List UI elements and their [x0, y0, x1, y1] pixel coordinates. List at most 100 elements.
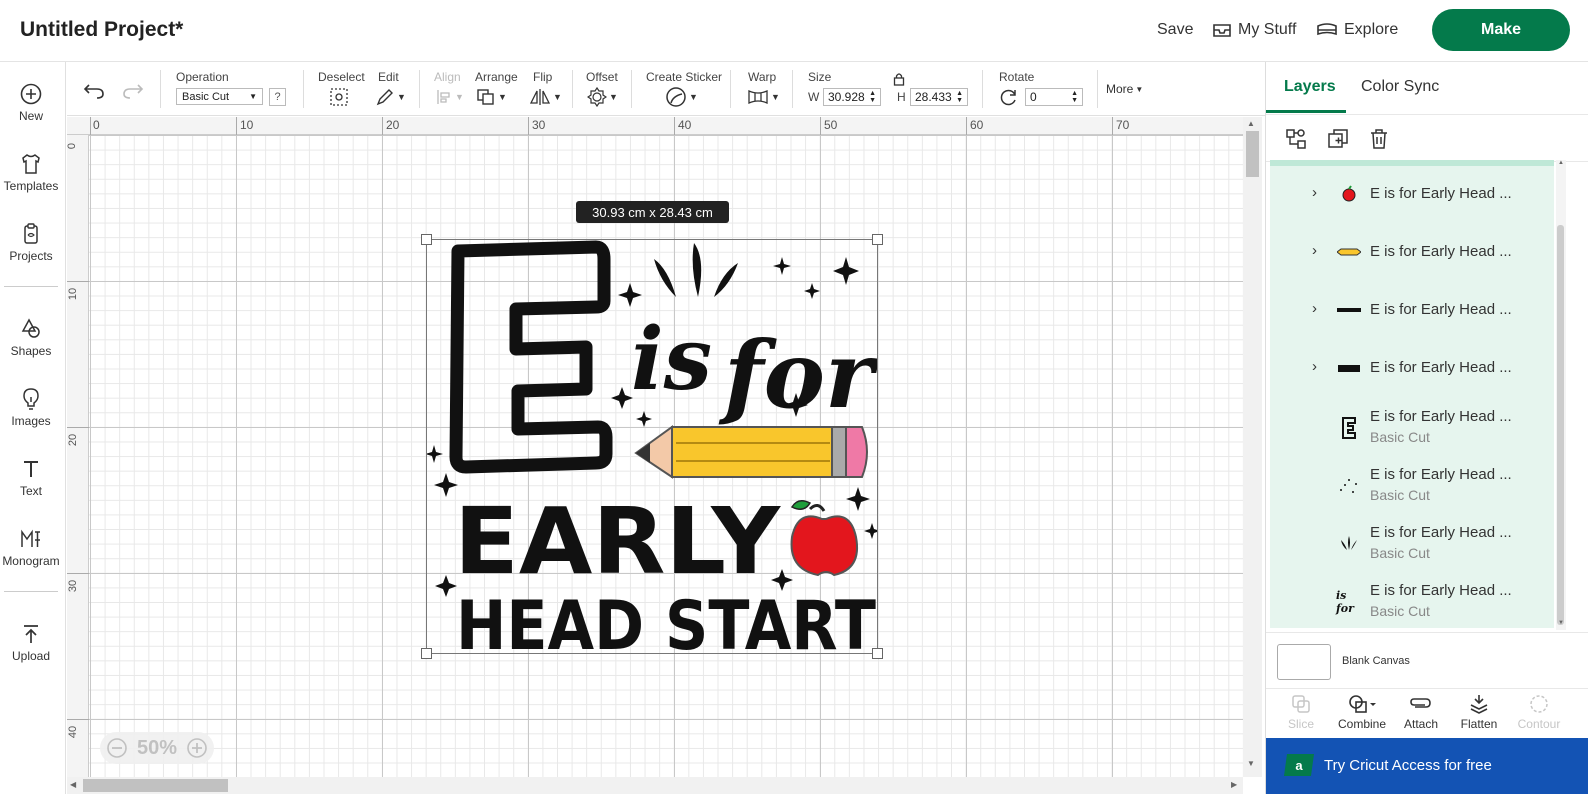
warp-button[interactable]: ▼ [747, 87, 780, 107]
ruler-top: 0 10 20 30 40 50 60 70 [67, 117, 1243, 135]
layer-row[interactable]: › E is for Early Head ... [1270, 342, 1554, 400]
resize-handle[interactable] [421, 234, 432, 245]
arrange-button[interactable]: ▼ [476, 87, 507, 107]
delete-icon[interactable] [1367, 127, 1391, 151]
undo-icon[interactable] [83, 82, 105, 100]
sidebar-item-text[interactable]: Text [0, 457, 62, 498]
blank-canvas-row[interactable]: Blank Canvas [1266, 632, 1588, 688]
layer-row[interactable]: › E is for Early Head ... [1270, 226, 1554, 284]
chevron-right-icon[interactable]: › [1312, 300, 1317, 317]
pencil-edit-icon [376, 89, 393, 106]
layers-tools [1266, 114, 1588, 162]
scroll-left-icon[interactable]: ◀ [70, 780, 76, 789]
deselect-button[interactable] [329, 87, 349, 107]
zoom-out-icon[interactable] [106, 737, 128, 759]
sidebar-item-shapes[interactable]: Shapes [0, 317, 62, 358]
ruler-label: 30 [532, 118, 546, 132]
offset-button[interactable]: ▼ [587, 87, 618, 107]
height-value: 28.433 [915, 90, 952, 104]
zoom-in-icon[interactable] [186, 737, 208, 759]
operation-value: Basic Cut [182, 90, 230, 103]
sidebar-item-projects[interactable]: Projects [0, 222, 62, 263]
scroll-down-icon[interactable]: ▼ [1558, 620, 1564, 626]
layer-row[interactable]: › E is for Early Head ... [1270, 168, 1554, 226]
operation-help-button[interactable]: ? [269, 88, 286, 106]
resize-handle[interactable] [872, 648, 883, 659]
canvas-vertical-scrollbar[interactable]: ▲ ▼ [1243, 117, 1262, 777]
sidebar-divider [4, 286, 58, 287]
warp-label: Warp [748, 70, 777, 84]
canvas-color-swatch[interactable] [1277, 644, 1331, 680]
flip-button[interactable]: ▼ [529, 87, 562, 107]
rotate-input[interactable]: 0 ▲ ▼ [1025, 88, 1083, 106]
explore-icon [1317, 23, 1337, 36]
height-input[interactable]: 28.433 ▲ ▼ [910, 88, 968, 106]
resize-handle[interactable] [421, 648, 432, 659]
sidebar-item-new[interactable]: New [0, 82, 62, 123]
layer-row[interactable]: E is for Early Head ... Basic Cut [1270, 458, 1554, 516]
scroll-down-icon[interactable]: ▼ [1247, 759, 1255, 768]
save-link[interactable]: Save [1157, 21, 1193, 39]
operation-select[interactable]: Basic Cut ▼ [176, 88, 263, 105]
layer-row[interactable]: is for E is for Early Head ... Basic Cut [1270, 574, 1554, 628]
scroll-up-icon[interactable]: ▲ [1247, 119, 1255, 128]
lock-icon[interactable] [893, 72, 905, 86]
group-icon[interactable] [1284, 127, 1308, 151]
explore-link[interactable]: Explore [1316, 21, 1398, 39]
apple-icon [1336, 182, 1362, 206]
arrange-icon [477, 89, 494, 105]
ruler-tick [67, 427, 89, 428]
layer-row[interactable]: E is for Early Head ... Basic Cut [1270, 400, 1554, 458]
slice-icon [1292, 695, 1310, 713]
cricut-access-banner[interactable]: a Try Cricut Access for free [1266, 738, 1588, 794]
contour-button[interactable]: Contour [1510, 693, 1568, 731]
scrollbar-thumb[interactable] [1246, 131, 1259, 177]
resize-handle[interactable] [872, 234, 883, 245]
tab-color-sync[interactable]: Color Sync [1361, 78, 1439, 96]
stepper-icon: ▲ ▼ [1071, 90, 1078, 104]
sidebar-label-text: Text [19, 484, 42, 498]
sidebar-item-images[interactable]: Images [0, 387, 62, 428]
sidebar-label-images: Images [11, 414, 51, 428]
chevron-right-icon[interactable]: › [1312, 184, 1317, 201]
sidebar-item-monogram[interactable]: Monogram [0, 527, 62, 568]
edit-button[interactable]: ▼ [375, 87, 406, 107]
scroll-right-icon[interactable]: ▶ [1231, 780, 1237, 789]
more-button[interactable]: More ▼ [1106, 82, 1143, 96]
ruler-tick [1112, 117, 1113, 135]
ruler-label: 40 [67, 725, 80, 739]
tab-layers[interactable]: Layers [1284, 78, 1336, 96]
ruler-tick [382, 117, 383, 135]
attach-button[interactable]: Attach [1392, 693, 1450, 731]
make-button[interactable]: Make [1432, 9, 1570, 51]
my-stuff-link[interactable]: My Stuff [1212, 21, 1296, 39]
create-sticker-button[interactable]: ▼ [665, 87, 698, 107]
align-button[interactable]: ▼ [435, 87, 464, 107]
offset-icon [587, 87, 607, 107]
flatten-button[interactable]: Flatten [1450, 693, 1508, 731]
project-title[interactable]: Untitled Project* [20, 18, 183, 42]
zoom-control: 50% [100, 732, 214, 764]
scrollbar-thumb[interactable] [1557, 225, 1564, 625]
width-input[interactable]: 30.928 ▲ ▼ [823, 88, 881, 106]
sidebar-item-upload[interactable]: Upload [0, 622, 62, 663]
left-sidebar: New Templates Projects Shapes Images Tex… [0, 62, 66, 794]
scrollbar-thumb[interactable] [83, 779, 228, 792]
sidebar-item-templates[interactable]: Templates [0, 152, 62, 193]
selection-box[interactable] [421, 234, 883, 659]
ruler-tick [67, 719, 89, 720]
chevron-right-icon[interactable]: › [1312, 358, 1317, 375]
layer-operation: Basic Cut [1370, 487, 1430, 503]
toolbar-divider [792, 70, 793, 108]
chevron-right-icon[interactable]: › [1312, 242, 1317, 259]
redo-icon[interactable] [122, 82, 144, 100]
canvas-horizontal-scrollbar[interactable]: ◀ ▶ [67, 777, 1243, 794]
duplicate-icon[interactable] [1326, 127, 1350, 151]
slice-button[interactable]: Slice [1272, 693, 1330, 731]
layer-row[interactable]: E is for Early Head ... Basic Cut [1270, 516, 1554, 574]
layer-name: E is for Early Head ... [1370, 359, 1512, 376]
layer-row[interactable]: › E is for Early Head ... [1270, 284, 1554, 342]
layers-scrollbar[interactable]: ▲ ▼ [1556, 160, 1566, 630]
combine-button[interactable]: Combine [1333, 693, 1391, 731]
scroll-up-icon[interactable]: ▲ [1558, 160, 1564, 166]
